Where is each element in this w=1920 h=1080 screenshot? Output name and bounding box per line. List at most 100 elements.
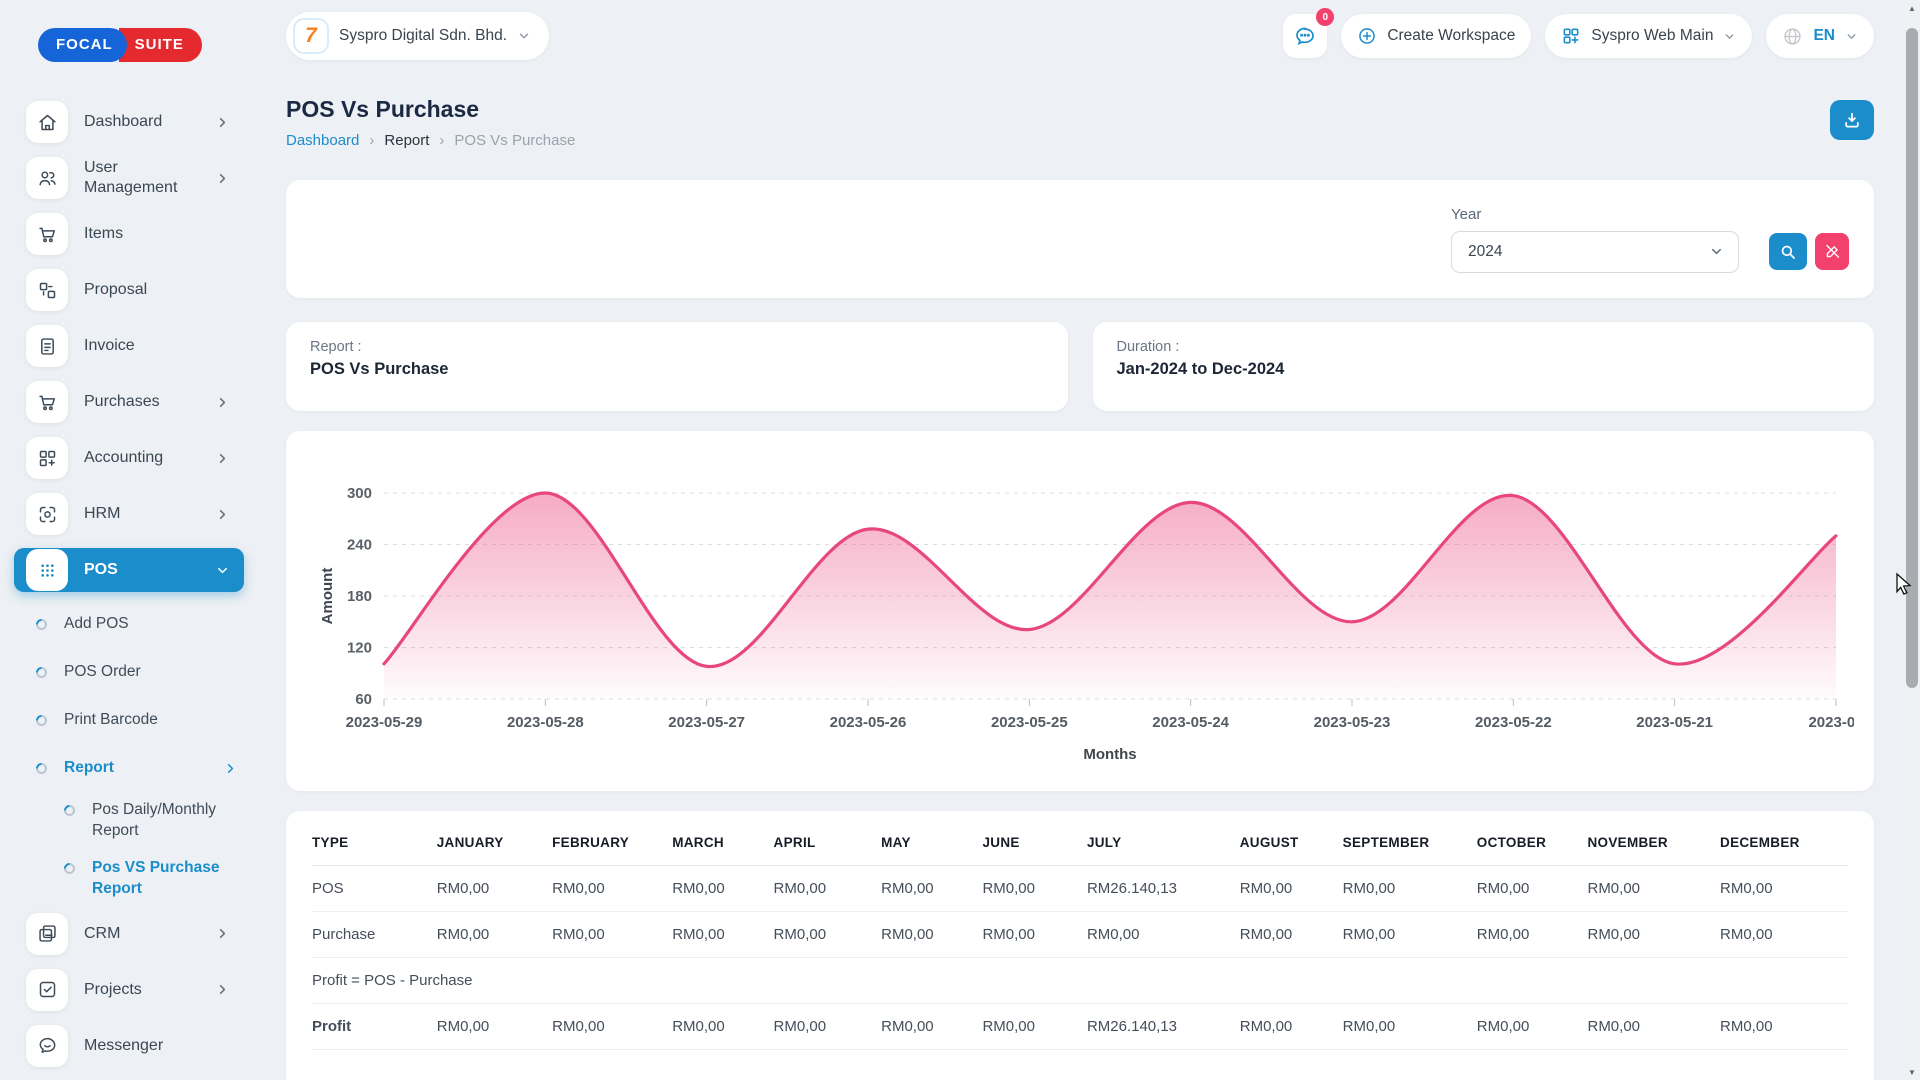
value-cell: RM0,00 [774,1004,882,1050]
bullet-icon [34,616,50,632]
scrollbar[interactable]: ▲ ▼ [1904,0,1920,1080]
sidebar-item-pos[interactable]: POS [14,548,244,592]
scrollbar-down-arrow[interactable]: ▼ [1904,1064,1920,1080]
cart-icon [26,381,68,423]
pos-vs-purchase-chart: 601201802403002023-05-292023-05-282023-0… [306,449,1854,773]
value-cell: RM0,00 [881,1004,982,1050]
value-cell: RM0,00 [672,1004,773,1050]
chat-badge: 0 [1316,8,1334,26]
value-cell: RM0,00 [1240,912,1343,958]
column-header-april: APRIL [774,817,882,866]
table-row-profit: ProfitRM0,00RM0,00RM0,00RM0,00RM0,00RM0,… [312,1004,1848,1050]
report-summary-card: Report : POS Vs Purchase [286,322,1068,411]
scrollbar-thumb[interactable] [1906,28,1918,688]
chevron-right-icon [223,761,238,776]
value-cell: RM0,00 [982,912,1086,958]
column-header-august: AUGUST [1240,817,1343,866]
crm-icon [26,913,68,955]
sidebar-item-hrm[interactable]: HRM [14,492,244,536]
value-cell: RM0,00 [982,866,1086,912]
users-icon [26,157,68,199]
plus-circle-icon [1357,26,1377,46]
home-icon [26,101,68,143]
year-label: Year [1451,206,1849,223]
logo-suite: SUITE [119,28,202,62]
download-button[interactable] [1830,100,1874,140]
value-cell: RM0,00 [881,866,982,912]
type-cell: Purchase [312,912,437,958]
value-cell: RM0,00 [552,1004,672,1050]
company-logo-icon: 7 [293,18,329,54]
value-cell: RM0,00 [982,1004,1086,1050]
sidebar-item-purchases[interactable]: Purchases [14,380,244,424]
workspace-selector[interactable]: 7 Syspro Digital Sdn. Bhd. [286,12,549,60]
sidebar-item-messenger[interactable]: Messenger [14,1024,244,1068]
column-header-may: MAY [881,817,982,866]
sidebar-item-pos-vs-purchase-report[interactable]: Pos VS Purchase Report [64,854,244,904]
bullet-icon [62,803,78,819]
chart-card: 601201802403002023-05-292023-05-282023-0… [286,431,1874,791]
sidebar-item-invoice[interactable]: Invoice [14,324,244,368]
value-cell: RM0,00 [437,866,552,912]
breadcrumb-dashboard[interactable]: Dashboard [286,132,359,149]
value-cell: RM0,00 [552,866,672,912]
value-cell: RM0,00 [1240,866,1343,912]
bullet-icon [62,861,78,877]
chevron-right-icon [215,982,230,997]
svg-text:2023-05-28: 2023-05-28 [507,714,584,731]
sidebar-item-accounting[interactable]: Accounting [14,436,244,480]
value-cell: RM0,00 [1587,866,1720,912]
value-cell: RM0,00 [437,912,552,958]
profit-formula-note: Profit = POS - Purchase [312,958,1848,1004]
clear-filter-icon [1824,243,1841,260]
column-header-january: JANUARY [437,817,552,866]
language-selector[interactable]: EN [1766,14,1874,58]
language-code: EN [1813,27,1835,45]
app-selector[interactable]: Syspro Web Main [1545,14,1752,58]
profit-formula-row: Profit = POS - Purchase [312,958,1848,1004]
sidebar-item-pos-order[interactable]: POS Order [36,652,244,692]
bullet-icon [34,760,50,776]
column-header-february: FEBRUARY [552,817,672,866]
chevron-right-icon [215,395,230,410]
table-row-pos: POSRM0,00RM0,00RM0,00RM0,00RM0,00RM0,00R… [312,866,1848,912]
proposal-icon [26,269,68,311]
messages-button[interactable]: 0 [1283,14,1327,58]
svg-text:Amount: Amount [319,568,336,625]
column-header-september: SEPTEMBER [1343,817,1477,866]
breadcrumb-report[interactable]: Report [384,132,429,149]
chevron-right-icon [215,507,230,522]
search-button[interactable] [1769,233,1807,270]
value-cell: RM0,00 [552,912,672,958]
clear-filter-button[interactable] [1815,233,1849,270]
svg-text:2023-05: 2023-05 [1808,714,1854,731]
messenger-icon [26,1025,68,1067]
grid-dots-icon [26,549,68,591]
globe-icon [1782,26,1803,47]
year-select-value: 2024 [1468,243,1502,261]
sidebar-item-dashboard[interactable]: Dashboard [14,100,244,144]
svg-text:2023-05-22: 2023-05-22 [1475,714,1552,731]
report-value: POS Vs Purchase [310,360,1044,379]
sidebar-item-crm[interactable]: CRM [14,912,244,956]
sidebar-item-pos-daily-monthly-report[interactable]: Pos Daily/Monthly Report [64,796,244,846]
sidebar-item-projects[interactable]: Projects [14,968,244,1012]
report-table: TYPEJANUARYFEBRUARYMARCHAPRILMAYJUNEJULY… [312,817,1848,1050]
create-workspace-button[interactable]: Create Workspace [1341,14,1531,58]
svg-text:Months: Months [1083,746,1136,763]
summary-row: Report : POS Vs Purchase Duration : Jan-… [286,322,1874,411]
sidebar-item-proposal[interactable]: Proposal [14,268,244,312]
sidebar-item-user-management[interactable]: User Management [14,156,244,200]
sidebar-item-items[interactable]: Items [14,212,244,256]
chevron-right-icon [215,451,230,466]
chevron-down-icon [215,563,230,578]
page-head: POS Vs Purchase Dashboard›Report›POS Vs … [286,96,1874,149]
chevron-down-icon [1709,244,1724,259]
year-select[interactable]: 2024 [1451,231,1739,273]
scrollbar-up-arrow[interactable]: ▲ [1904,0,1920,16]
sidebar: FOCAL SUITE Dashboard User Management Item… [0,0,258,1080]
focal-suite-logo[interactable]: FOCAL SUITE [38,28,202,62]
sidebar-item-report[interactable]: Report [36,748,244,788]
sidebar-item-print-barcode[interactable]: Print Barcode [36,700,244,740]
sidebar-item-add-pos[interactable]: Add POS [36,604,244,644]
